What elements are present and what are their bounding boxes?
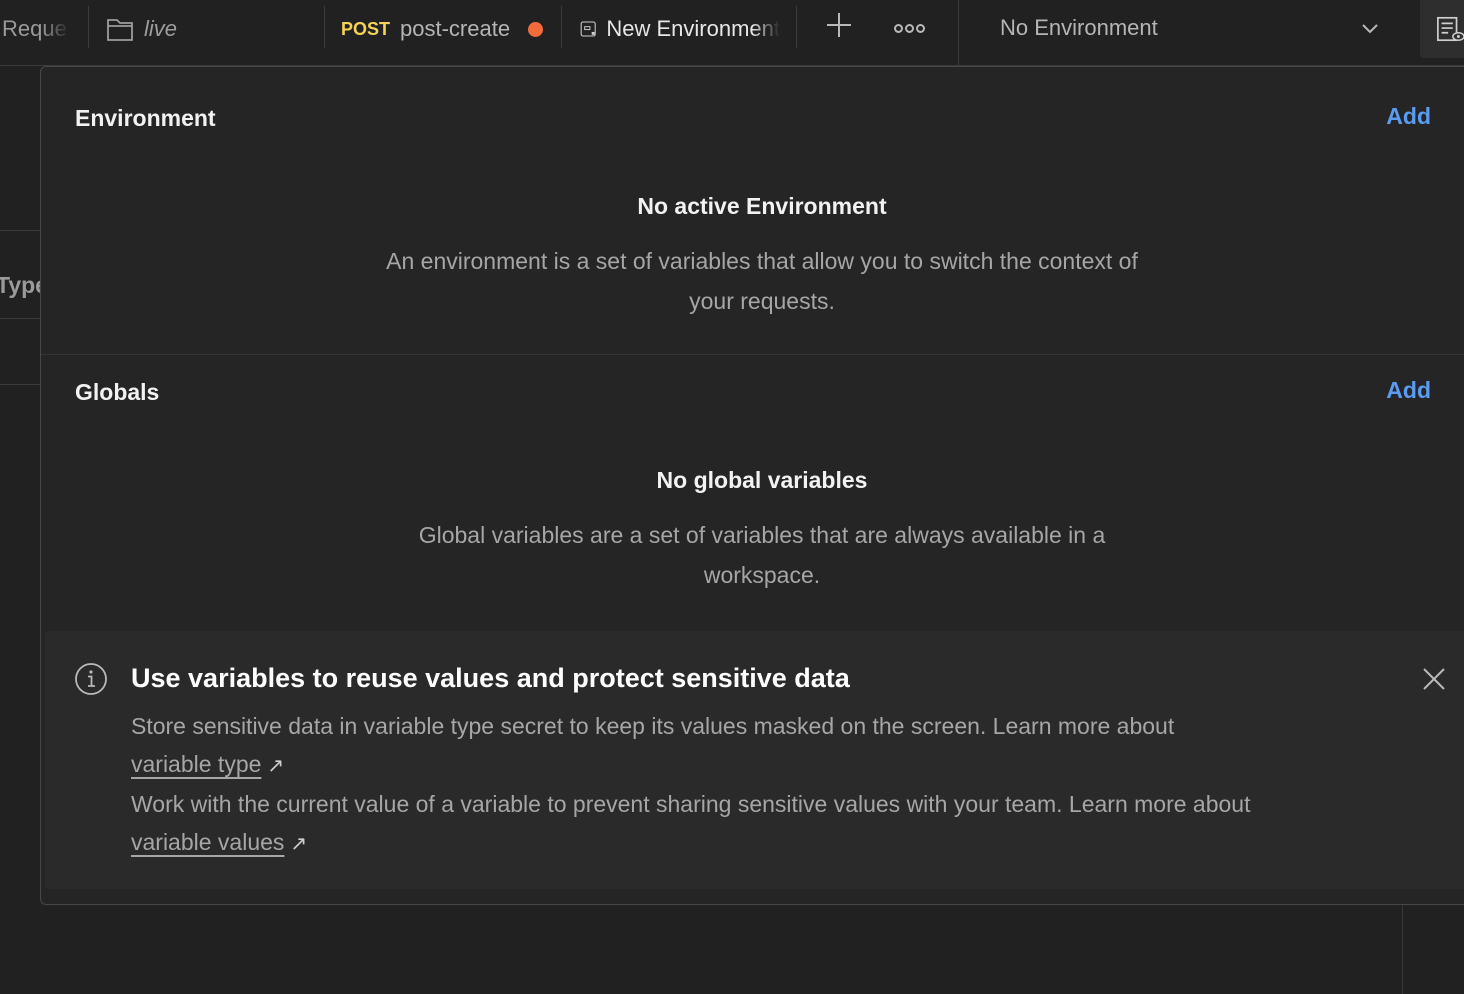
environment-selector-value: No Environment xyxy=(1000,15,1158,40)
close-icon[interactable] xyxy=(1422,667,1446,691)
environment-icon xyxy=(580,21,596,37)
tab-divider xyxy=(958,0,959,66)
tab-post-label: post-create xyxy=(400,16,511,41)
quick-look-icon xyxy=(1437,16,1464,42)
no-active-environment-title: No active Environment xyxy=(637,193,887,219)
globals-section: Globals Add No global variables Global v… xyxy=(41,357,1464,629)
banner-text-line1: Store sensitive data in variable type se… xyxy=(131,713,1175,739)
external-link-icon: ↗ xyxy=(290,833,308,855)
no-global-variables-title: No global variables xyxy=(656,467,868,493)
variables-info-banner: Use variables to reuse values and protec… xyxy=(45,631,1464,889)
banner-text-line2: Work with the current value of a variabl… xyxy=(131,791,1251,817)
tab-divider xyxy=(324,6,325,48)
tab-divider xyxy=(561,6,562,48)
tab-bar: Reque live POST post-create New Environm… xyxy=(0,0,1464,66)
environment-section-title: Environment xyxy=(75,105,216,131)
background-divider xyxy=(0,384,40,385)
tab-new-environment[interactable]: New Environment xyxy=(580,0,780,58)
environment-quick-look-button[interactable] xyxy=(1420,0,1464,58)
more-tabs-button[interactable] xyxy=(894,18,928,38)
banner-title: Use variables to reuse values and protec… xyxy=(131,663,850,693)
background-divider xyxy=(0,318,40,319)
new-tab-button[interactable] xyxy=(823,10,855,46)
tab-live-label: live xyxy=(144,16,178,41)
method-badge: POST xyxy=(341,18,391,39)
tab-divider xyxy=(88,6,89,48)
tab-post-create[interactable]: POST post-create xyxy=(341,0,546,58)
add-environment-button[interactable]: Add xyxy=(1386,103,1431,130)
environment-section: Environment Add No active Environment An… xyxy=(41,83,1464,355)
chevron-down-icon xyxy=(1362,24,1378,34)
unsaved-dot-icon xyxy=(528,21,544,37)
external-link-icon: ↗ xyxy=(267,755,285,777)
background-divider xyxy=(1402,904,1403,994)
dot-icon xyxy=(894,23,903,33)
environment-empty-description: An environment is a set of variables tha… xyxy=(386,248,1138,314)
dot-icon xyxy=(916,23,925,33)
globals-section-title: Globals xyxy=(75,379,160,405)
plus-icon xyxy=(827,13,851,37)
tab-requests[interactable]: Reque xyxy=(0,0,70,58)
banner-body: Store sensitive data in variable type se… xyxy=(131,707,1331,863)
tab-divider xyxy=(796,6,797,48)
add-globals-button[interactable]: Add xyxy=(1386,377,1431,404)
environment-selector[interactable]: No Environment xyxy=(1000,0,1390,56)
background-divider xyxy=(0,230,40,231)
info-icon xyxy=(75,663,107,695)
variable-type-link[interactable]: variable type xyxy=(131,751,261,777)
tab-live[interactable]: live xyxy=(106,0,316,58)
folder-icon xyxy=(107,19,133,41)
variable-values-link[interactable]: variable values xyxy=(131,829,284,855)
environment-quick-look-popover: Environment Add No active Environment An… xyxy=(40,66,1464,905)
globals-empty-description: Global variables are a set of variables … xyxy=(418,522,1106,588)
dot-icon xyxy=(905,23,914,33)
